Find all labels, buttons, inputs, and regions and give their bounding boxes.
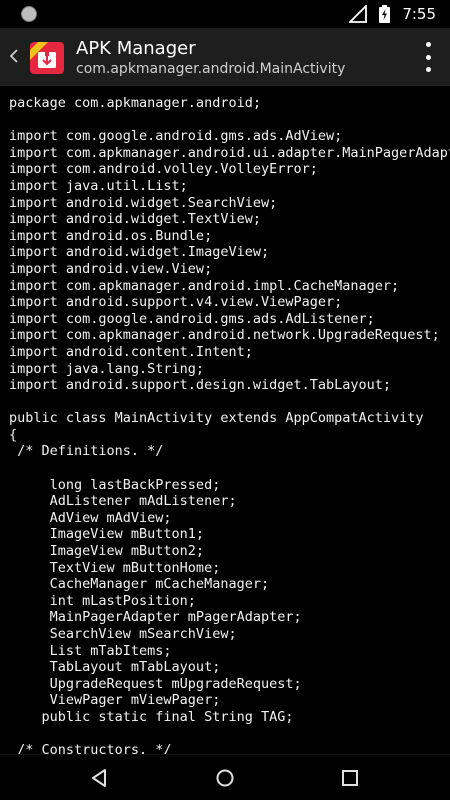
code-line: import android.support.design.widget.Tab… [9,377,392,394]
code-line: /* Definitions. */ [9,443,164,460]
code-line: import java.util.List; [9,177,188,194]
source-code-text: package com.apkmanager.android; import c… [9,95,450,754]
code-line: import android.support.v4.view.ViewPager… [9,294,343,311]
code-line: List mTabItems; [9,642,172,659]
battery-charging-icon [379,5,391,23]
code-line: int mLastPosition; [9,592,196,609]
code-line: import com.apkmanager.android.impl.Cache… [9,277,400,294]
code-line: import android.content.Intent; [9,343,253,360]
code-line: import java.lang.String; [9,360,205,377]
code-line: import com.android.volley.VolleyError; [9,161,318,178]
status-bar: 7:55 [0,0,450,28]
code-line: import android.widget.SearchView; [9,194,278,211]
signal-icon [349,5,368,23]
code-line: ViewPager mViewPager; [9,692,221,709]
app-subtitle: com.apkmanager.android.MainActivity [76,61,346,77]
apk-manager-app-icon[interactable] [28,38,66,76]
code-line: import android.view.View; [9,260,213,277]
code-line: public static final String TAG; [9,708,294,725]
code-line: import android.os.Bundle; [9,227,213,244]
code-line: MainPagerAdapter mPagerAdapter; [9,609,302,626]
code-line: TabLayout mTabLayout; [9,659,221,676]
code-line: package com.apkmanager.android; [9,95,261,111]
chevron-left-icon[interactable] [6,44,22,68]
status-time: 7:55 [402,5,436,23]
nav-back-icon[interactable] [85,763,115,793]
app-bar: APK Manager com.apkmanager.android.MainA… [0,28,450,86]
code-line: import com.apkmanager.android.ui.adapter… [9,144,450,161]
nav-home-icon[interactable] [210,763,240,793]
code-line: public class MainActivity extends AppCom… [9,410,424,427]
title-block: APK Manager com.apkmanager.android.MainA… [76,38,396,78]
code-line: /* Constructors. */ [9,742,172,754]
code-line: AdView mAdView; [9,509,172,526]
navigation-bar [0,754,450,800]
code-line: SearchView mSearchView; [9,626,237,642]
code-line: long lastBackPressed; [9,476,221,493]
notification-dot-icon [21,6,37,22]
source-code-viewer[interactable]: package com.apkmanager.android; import c… [0,86,450,754]
nav-recents-icon[interactable] [335,763,365,793]
code-line: import com.google.android.gms.ads.AdView… [9,128,343,145]
screen: 7:55 APK Manager com.apkmanager.android.… [0,0,450,800]
app-title: APK Manager [76,38,196,59]
code-line: ImageView mButton1; [9,526,205,543]
menu-dot [425,54,431,60]
code-line: UpgradeRequest mUpgradeRequest; [9,675,302,692]
code-line: import android.widget.ImageView; [9,244,270,261]
menu-dot [425,42,431,47]
code-line: ImageView mButton2; [9,543,205,560]
code-line: import com.google.android.gms.ads.AdList… [9,310,375,327]
code-line: import android.widget.TextView; [9,211,261,228]
menu-dot [425,67,431,72]
status-right-group: 7:55 [349,4,436,24]
code-line: import com.apkmanager.android.network.Up… [9,327,440,344]
code-line: { [9,426,18,443]
code-line: CacheManager mCacheManager; [9,576,270,593]
more-vert-icon[interactable] [420,42,436,72]
code-line: TextView mButtonHome; [9,559,221,576]
code-line: AdListener mAdListener; [9,493,237,510]
